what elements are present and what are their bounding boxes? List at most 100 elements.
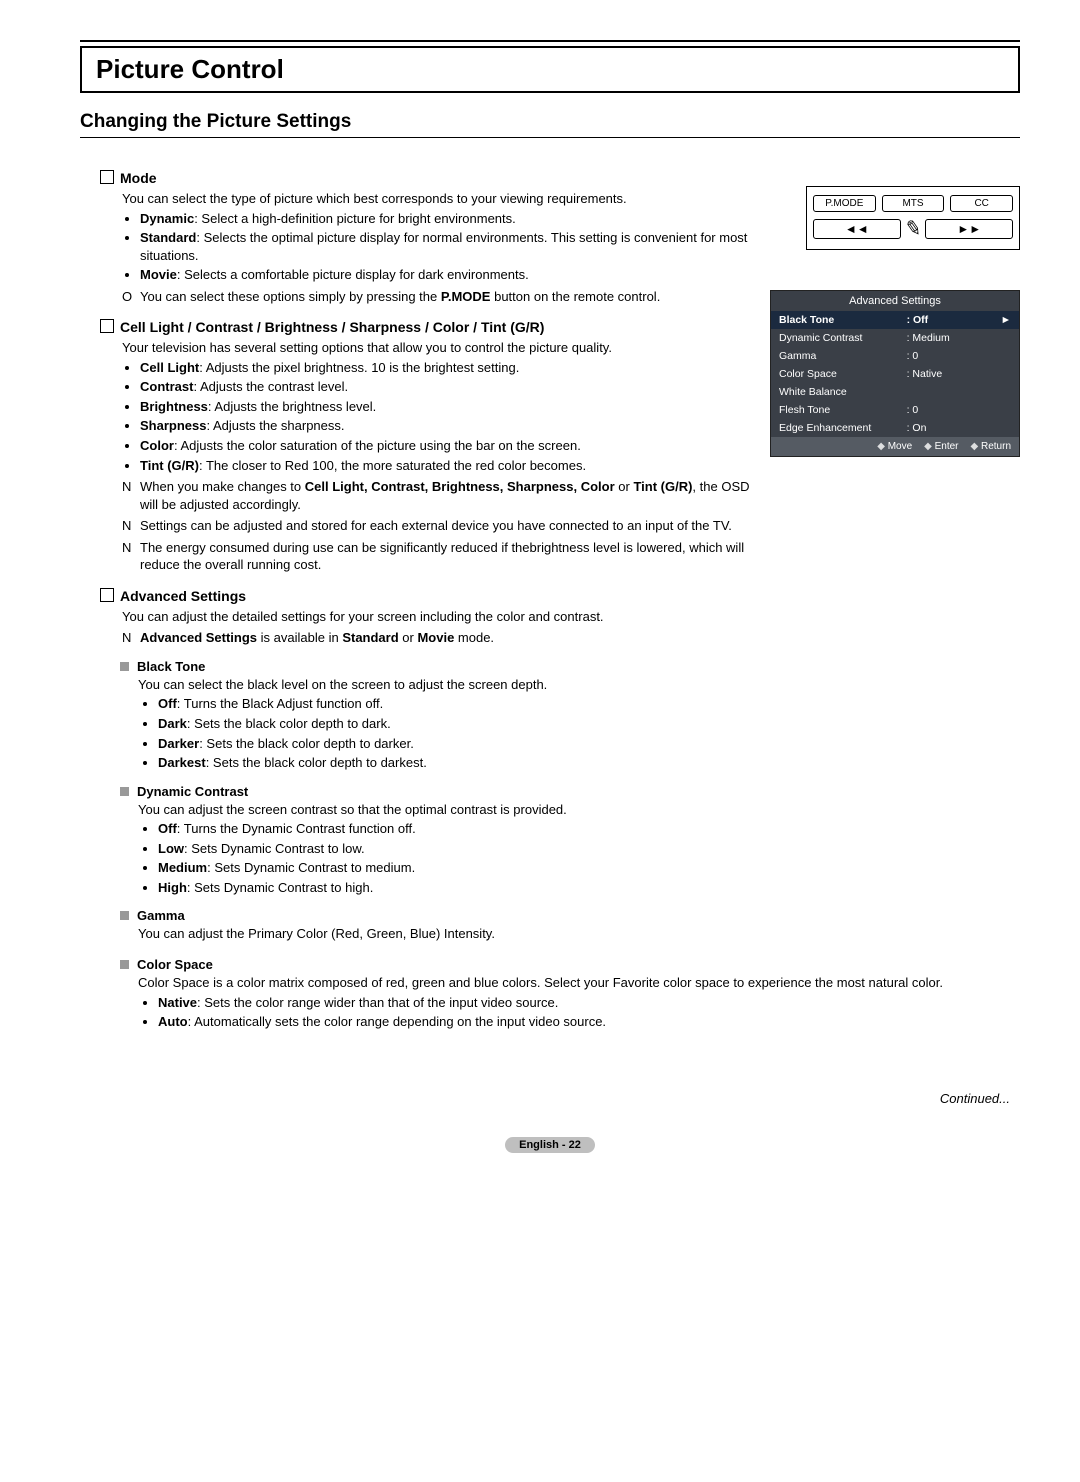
osd-row: Gamma: 0	[771, 347, 1019, 365]
osd-row-label: Edge Enhancement	[779, 422, 907, 434]
color-space-list: Native: Sets the color range wider than …	[158, 994, 1020, 1031]
cell-item-text: : Adjusts the brightness level.	[208, 399, 376, 414]
list-term: Auto	[158, 1014, 188, 1029]
cell-item-text: : The closer to Red 100, the more satura…	[199, 458, 586, 473]
mode-item-term: Standard	[140, 230, 196, 245]
note-mark-icon: N	[122, 478, 140, 513]
cell-item-text: : Adjusts the contrast level.	[193, 379, 348, 394]
page-badge: English - 22	[80, 1136, 1020, 1153]
list-term: Off	[158, 696, 177, 711]
note-mark-icon: N	[122, 517, 140, 535]
osd-row-label: Color Space	[779, 368, 907, 380]
chapter-title: Picture Control	[96, 54, 1004, 85]
square-icon	[120, 787, 129, 796]
section-title: Changing the Picture Settings	[80, 111, 1020, 133]
mode-heading-text: Mode	[120, 170, 157, 186]
note-text: is available in	[257, 630, 342, 645]
gamma-desc: You can adjust the Primary Color (Red, G…	[138, 925, 750, 943]
color-space-heading: Color Space	[120, 957, 1020, 972]
cell-note-1: N When you make changes to Cell Light, C…	[122, 478, 750, 513]
subhead-text: Dynamic Contrast	[137, 784, 248, 799]
chapter-title-box: Picture Control	[80, 46, 1020, 93]
cell-item-term: Cell Light	[140, 360, 199, 375]
square-icon	[120, 960, 129, 969]
gamma-heading: Gamma	[120, 908, 750, 923]
cell-heading-text: Cell Light / Contrast / Brightness / Sha…	[120, 319, 544, 335]
note-text: Settings can be adjusted and stored for …	[140, 517, 750, 535]
black-tone-list: Off: Turns the Black Adjust function off…	[158, 695, 750, 771]
remote-illustration: P.MODE MTS CC ◄◄ ✎ ►►	[806, 186, 1020, 250]
note-mark-icon: N	[122, 539, 140, 574]
mode-item-term: Movie	[140, 267, 177, 282]
note-mark-icon: N	[122, 629, 140, 647]
cell-item-text: : Adjusts the color saturation of the pi…	[174, 438, 581, 453]
cell-item-text: : Adjusts the sharpness.	[206, 418, 344, 433]
note-text: or	[615, 479, 634, 494]
osd-row: Flesh Tone: 0	[771, 401, 1019, 419]
osd-row-label: White Balance	[779, 386, 907, 398]
remote-rewind-button: ◄◄	[813, 219, 901, 239]
list-text: : Sets the black color depth to darker.	[199, 736, 414, 751]
note-text: When you make changes to	[140, 479, 305, 494]
subhead-text: Color Space	[137, 957, 213, 972]
black-tone-heading: Black Tone	[120, 659, 750, 674]
osd-panel: Advanced Settings Black Tone : Off ► Dyn…	[770, 290, 1020, 457]
square-icon	[120, 662, 129, 671]
cell-item-term: Brightness	[140, 399, 208, 414]
cell-heading: Cell Light / Contrast / Brightness / Sha…	[100, 319, 750, 335]
checkbox-icon	[100, 170, 114, 184]
color-space-desc: Color Space is a color matrix composed o…	[138, 974, 1020, 992]
cell-item-text: : Adjusts the pixel brightness. 10 is th…	[199, 360, 519, 375]
mode-list: Dynamic: Select a high-definition pictur…	[140, 210, 750, 284]
osd-row: Black Tone : Off ►	[771, 311, 1019, 329]
list-text: : Turns the Dynamic Contrast function of…	[177, 821, 416, 836]
osd-row-value: : 0	[907, 350, 1011, 362]
cell-note-2: N Settings can be adjusted and stored fo…	[122, 517, 750, 535]
osd-row: Edge Enhancement: On	[771, 419, 1019, 437]
osd-row-value: : 0	[907, 404, 1011, 416]
mode-heading: Mode	[100, 170, 750, 186]
osd-row-label: Gamma	[779, 350, 907, 362]
osd-foot-return: Return	[971, 441, 1011, 452]
list-term: Off	[158, 821, 177, 836]
note-text: The energy consumed during use can be si…	[140, 539, 750, 574]
dyn-contrast-heading: Dynamic Contrast	[120, 784, 750, 799]
osd-row-value	[907, 386, 1011, 398]
list-text: : Turns the Black Adjust function off.	[177, 696, 383, 711]
square-icon	[120, 911, 129, 920]
osd-row-value: : On	[907, 422, 1011, 434]
osd-row-value: : Medium	[907, 332, 1011, 344]
note-text: You can select these options simply by p…	[140, 289, 441, 304]
note-bold: Cell Light, Contrast, Brightness, Sharpn…	[305, 479, 615, 494]
osd-foot-move: Move	[877, 441, 912, 452]
remote-mts-button: MTS	[882, 195, 945, 212]
list-term: High	[158, 880, 187, 895]
checkbox-icon	[100, 319, 114, 333]
pointer-icon: ✎	[903, 215, 924, 243]
note-bold: Standard	[342, 630, 398, 645]
osd-row-label: Flesh Tone	[779, 404, 907, 416]
note-button-name: P.MODE	[441, 289, 491, 304]
mode-desc: You can select the type of picture which…	[122, 190, 750, 208]
list-term: Darkest	[158, 755, 206, 770]
note-text: button on the remote control.	[490, 289, 660, 304]
mode-note: O You can select these options simply by…	[122, 288, 750, 306]
osd-footer: Move Enter Return	[771, 437, 1019, 456]
list-term: Low	[158, 841, 184, 856]
list-term: Native	[158, 995, 197, 1010]
adv-desc: You can adjust the detailed settings for…	[122, 608, 750, 626]
dyn-contrast-desc: You can adjust the screen contrast so th…	[138, 801, 750, 819]
cell-item-term: Tint (G/R)	[140, 458, 199, 473]
note-bold: Advanced Settings	[140, 630, 257, 645]
note-bold: Tint (G/R)	[633, 479, 692, 494]
list-term: Darker	[158, 736, 199, 751]
note-text: mode.	[454, 630, 494, 645]
cell-item-term: Color	[140, 438, 174, 453]
osd-row-label: Dynamic Contrast	[779, 332, 907, 344]
osd-title: Advanced Settings	[771, 291, 1019, 311]
continued-label: Continued...	[80, 1091, 1010, 1106]
list-text: : Sets Dynamic Contrast to high.	[187, 880, 373, 895]
mode-item-text: : Select a high-definition picture for b…	[194, 211, 516, 226]
note-bold: Movie	[417, 630, 454, 645]
osd-row: Dynamic Contrast: Medium	[771, 329, 1019, 347]
